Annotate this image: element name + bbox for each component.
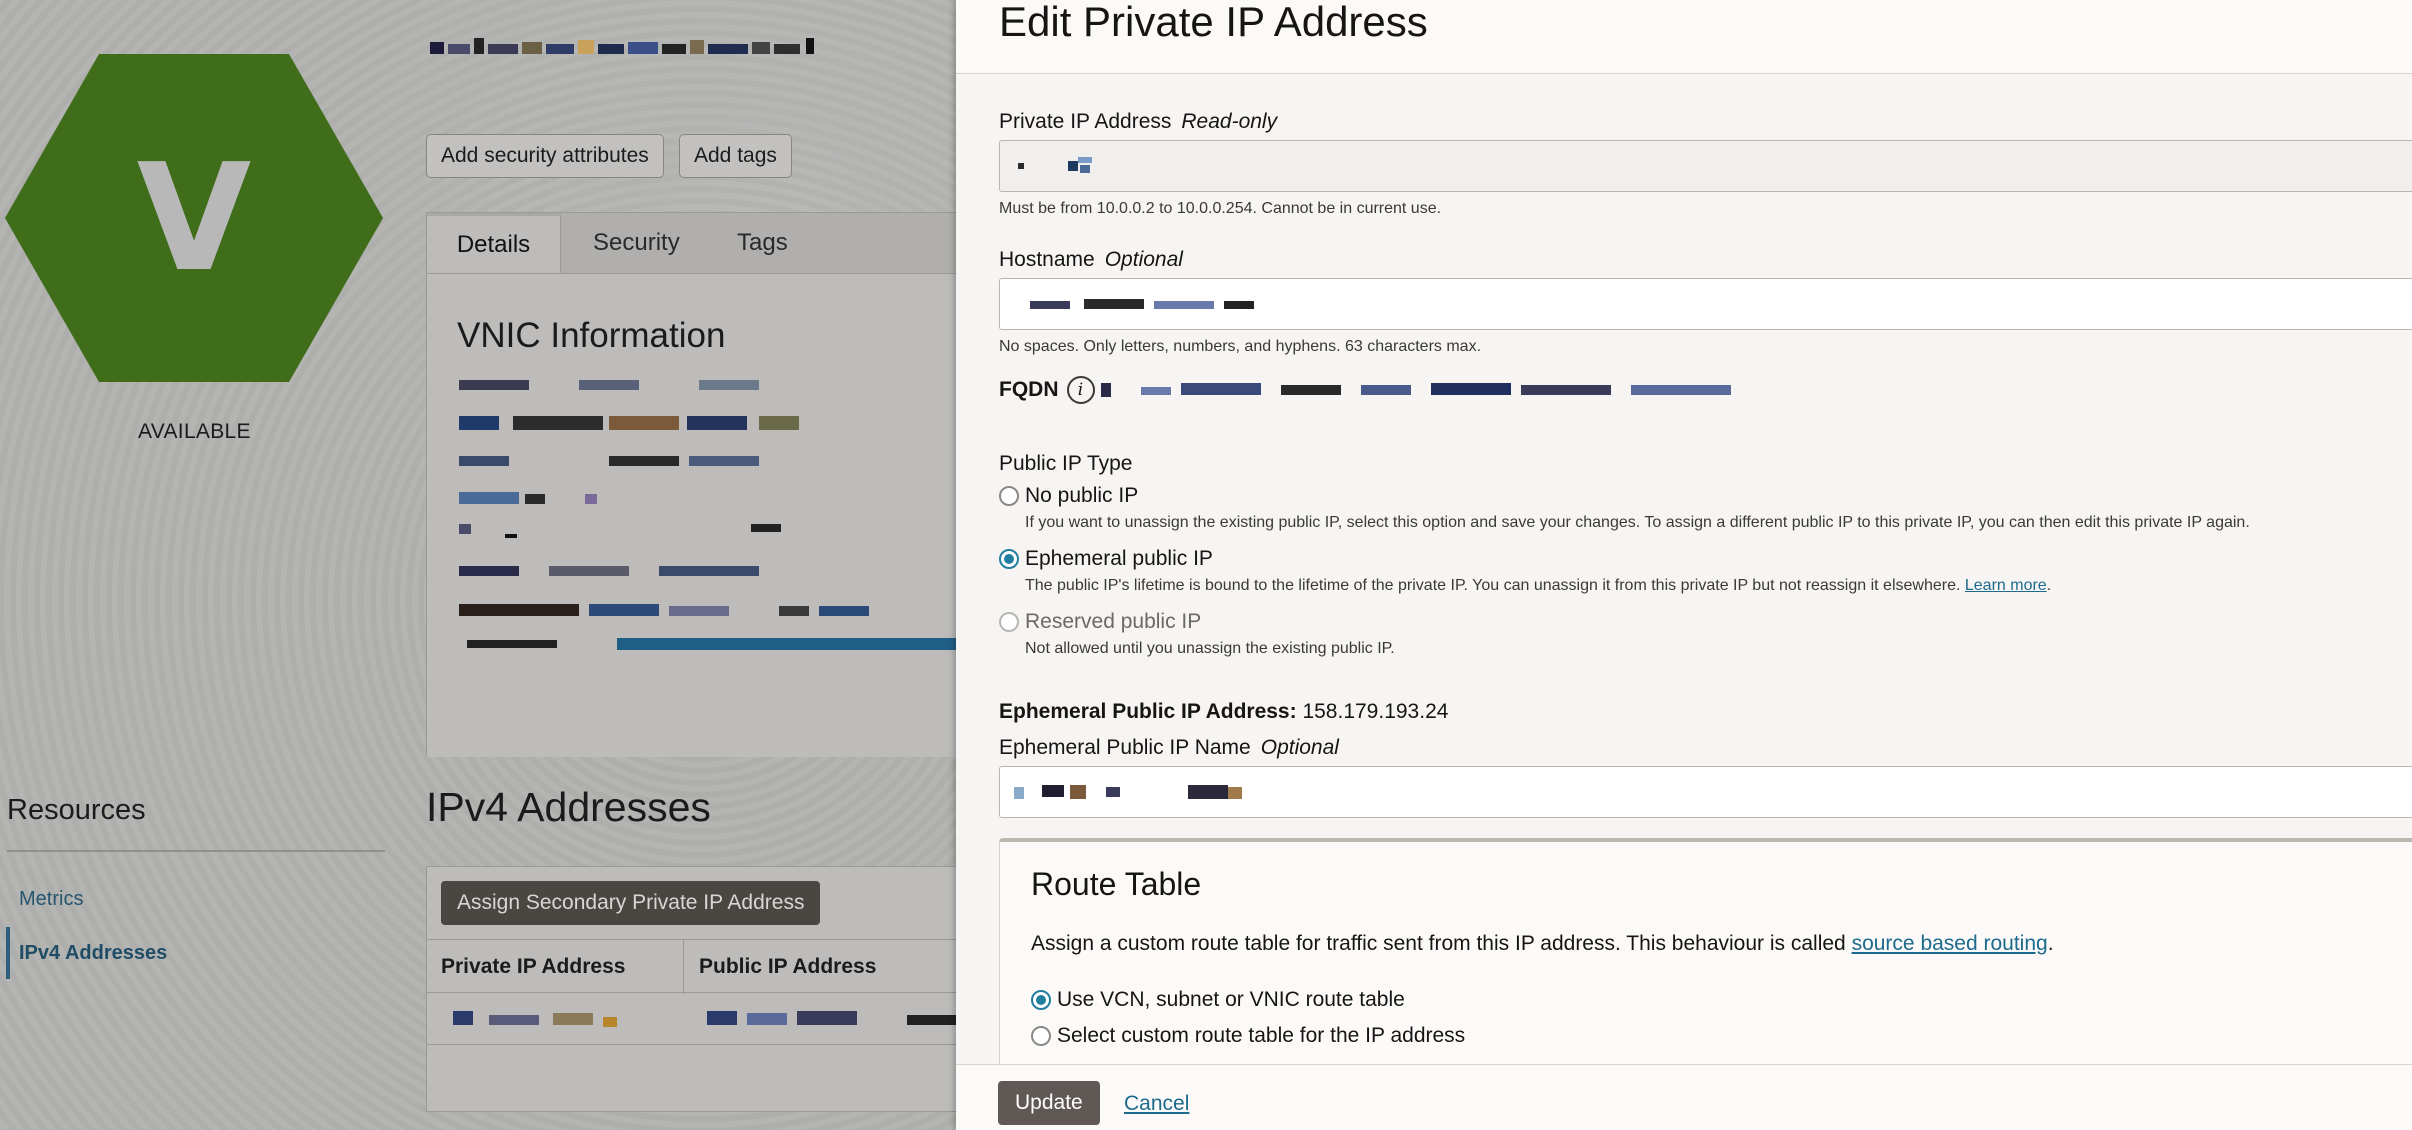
redacted-line <box>459 492 597 504</box>
radio-custom-route-table[interactable]: Select custom route table for the IP add… <box>1031 1024 1465 1048</box>
edit-private-ip-panel: Edit Private IP Address Private IP Addre… <box>956 0 2412 1130</box>
radio-button[interactable] <box>999 486 1019 506</box>
ephemeral-name-input[interactable] <box>999 766 2412 818</box>
resources-heading: Resources <box>7 794 146 826</box>
redacted-line <box>467 638 956 650</box>
info-icon[interactable]: i <box>1066 376 1095 404</box>
ipv4-addresses-heading: IPv4 Addresses <box>426 784 711 830</box>
redacted-value <box>1014 785 1242 799</box>
redacted-line <box>459 604 869 616</box>
radio-use-vcn-route-table[interactable]: Use VCN, subnet or VNIC route table <box>1031 988 1405 1012</box>
instance-hexagon-icon: V <box>5 54 383 382</box>
resources-item-metrics[interactable]: Metrics <box>19 888 83 911</box>
panel-footer: Update Cancel <box>956 1064 2412 1130</box>
radio-button-disabled <box>999 612 1019 632</box>
reserved-description: Not allowed until you unassign the exist… <box>1025 640 1395 657</box>
optional-hint: Optional <box>1260 736 1339 759</box>
resources-item-ipv4-addresses[interactable]: IPv4 Addresses <box>19 942 167 965</box>
redacted-fqdn <box>1100 383 1731 397</box>
resources-divider <box>7 850 385 852</box>
panel-title: Edit Private IP Address <box>999 0 1428 45</box>
hostname-input[interactable] <box>999 278 2412 330</box>
public-ip-type-label: Public IP Type <box>999 452 1133 475</box>
table-row[interactable] <box>427 993 956 1045</box>
radio-reserved-public-ip: Reserved public IP <box>999 610 1201 634</box>
redacted-line <box>459 566 759 576</box>
tab-security[interactable]: Security <box>593 213 680 273</box>
active-indicator <box>6 927 10 979</box>
radio-button-selected[interactable] <box>1031 990 1051 1010</box>
ephemeral-name-label-text: Ephemeral Public IP Name <box>999 736 1251 759</box>
redacted-cell <box>453 1011 617 1027</box>
panel-header: Edit Private IP Address <box>956 0 2412 74</box>
learn-more-link[interactable]: Learn more <box>1965 577 2047 594</box>
hostname-helper: No spaces. Only letters, numbers, and hy… <box>999 338 1482 355</box>
radio-button-selected[interactable] <box>999 549 1019 569</box>
assign-secondary-ip-button[interactable]: Assign Secondary Private IP Address <box>441 881 821 925</box>
details-tabs: Details Security Tags VNIC Information <box>426 212 956 757</box>
tab-tags[interactable]: Tags <box>737 213 788 273</box>
no-public-ip-description: If you want to unassign the existing pub… <box>1025 514 2250 531</box>
private-ip-label: Private IP Address Read-only <box>999 110 1277 134</box>
redacted-value <box>1030 299 1254 309</box>
radio-no-public-ip[interactable]: No public IP <box>999 484 1138 508</box>
column-header-private-ip[interactable]: Private IP Address <box>441 940 625 994</box>
route-table-section: Route Table Assign a custom route table … <box>999 838 2412 1064</box>
private-ip-field <box>999 140 2412 192</box>
radio-ephemeral-public-ip[interactable]: Ephemeral public IP <box>999 547 1213 571</box>
column-divider <box>683 940 684 994</box>
radio-label: Ephemeral public IP <box>1025 547 1213 570</box>
ephemeral-name-label: Ephemeral Public IP Name Optional <box>999 736 1339 760</box>
tab-details[interactable]: Details <box>427 213 561 273</box>
radio-label: Select custom route table for the IP add… <box>1057 1024 1466 1047</box>
ephemeral-description: The public IP's lifetime is bound to the… <box>1025 577 2052 594</box>
tab-content-details: VNIC Information <box>427 273 956 757</box>
hostname-label-text: Hostname <box>999 248 1095 271</box>
radio-label: No public IP <box>1025 484 1139 507</box>
read-only-hint: Read-only <box>1181 110 1278 133</box>
ephemeral-ip-address-row: Ephemeral Public IP Address: 158.179.193… <box>999 700 1448 724</box>
panel-body: Private IP Address Read-only Must be from… <box>956 74 2412 1064</box>
column-header-public-ip[interactable]: Public IP Address <box>699 940 876 994</box>
status-label: AVAILABLE <box>138 420 251 443</box>
ephemeral-ip-address-label: Ephemeral Public IP Address: <box>999 700 1297 723</box>
redacted-line <box>459 380 759 390</box>
hexagon-letter: V <box>136 132 252 304</box>
background-page: V AVAILABLE Add security attributes Add … <box>0 0 956 1130</box>
add-security-attributes-button[interactable]: Add security attributes <box>426 134 664 178</box>
vnic-information-heading: VNIC Information <box>457 316 726 355</box>
ephemeral-description-text: The public IP's lifetime is bound to the… <box>1025 577 1961 594</box>
fqdn-row: FQDN i <box>999 376 1761 404</box>
optional-hint: Optional <box>1104 248 1183 271</box>
route-table-description: Assign a custom route table for traffic … <box>1031 932 2054 955</box>
table-header-row: Private IP Address Public IP Address <box>427 939 956 994</box>
cancel-link[interactable]: Cancel <box>1124 1092 1189 1116</box>
update-button[interactable]: Update <box>998 1081 1100 1125</box>
redacted-cell <box>707 1011 956 1025</box>
route-table-description-text: Assign a custom route table for traffic … <box>1031 932 1846 955</box>
private-ip-label-text: Private IP Address <box>999 110 1172 133</box>
add-tags-button[interactable]: Add tags <box>679 134 792 178</box>
redacted-value <box>1018 157 1092 173</box>
resource-name-redacted <box>430 38 814 54</box>
ephemeral-ip-address-value: 158.179.193.24 <box>1302 700 1449 723</box>
radio-button[interactable] <box>1031 1026 1051 1046</box>
radio-label: Use VCN, subnet or VNIC route table <box>1057 988 1405 1011</box>
ipv4-addresses-table: Assign Secondary Private IP Address Priv… <box>426 866 956 1112</box>
route-table-heading: Route Table <box>1031 866 1202 902</box>
private-ip-helper: Must be from 10.0.0.2 to 10.0.0.254. Can… <box>999 200 1442 217</box>
redacted-line <box>459 524 781 538</box>
redacted-line <box>459 456 759 466</box>
hostname-label: Hostname Optional <box>999 248 1183 272</box>
redacted-line <box>459 416 799 430</box>
fqdn-label: FQDN <box>999 378 1059 401</box>
radio-label: Reserved public IP <box>1025 610 1202 633</box>
source-based-routing-link[interactable]: source based routing <box>1852 932 2048 955</box>
